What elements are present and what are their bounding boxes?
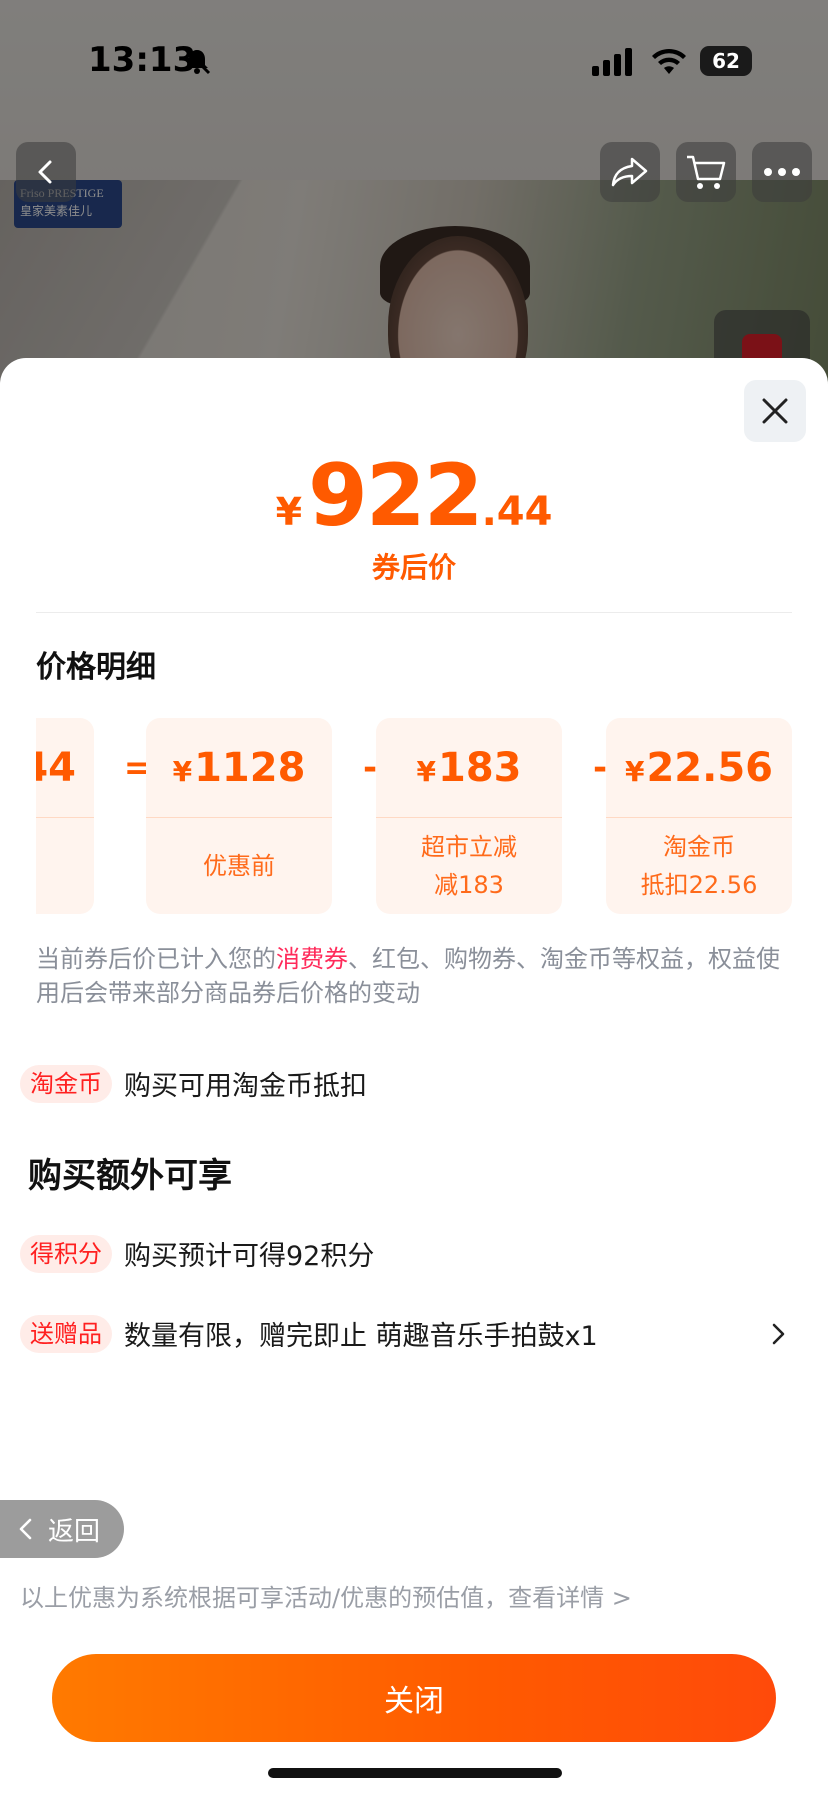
price-notice: 当前券后价已计入您的消费券、红包、购物券、淘金币等权益，权益使用后会带来部分商品… <box>36 942 796 1010</box>
status-bar: 13:13 62 <box>0 0 828 120</box>
extra-row-gift[interactable]: 送赠品 数量有限，赠完即止 萌趣音乐手拍鼓x1 <box>20 1314 800 1353</box>
card-label: 淘金币 抵扣22.56 <box>640 833 758 899</box>
extra-tag: 得积分 <box>20 1234 112 1273</box>
breakdown-card-discount: ¥ 183 超市立减 减183 <box>376 718 562 914</box>
close-button[interactable]: 关闭 <box>52 1654 776 1742</box>
extra-benefits-title: 购买额外可享 <box>28 1156 232 1196</box>
wifi-icon <box>652 48 686 74</box>
return-button[interactable]: 返回 <box>0 1500 124 1558</box>
home-indicator <box>268 1768 562 1778</box>
notice-prefix: 当前券后价已计入您的 <box>36 945 276 973</box>
benefit-row-coins: 淘金币 购买可用淘金币抵扣 <box>20 1064 800 1103</box>
benefit-tag: 淘金币 <box>20 1064 112 1103</box>
extra-text: 购买预计可得92积分 <box>124 1241 375 1272</box>
breakdown-card-original: ¥ 1128 优惠前 <box>146 718 332 914</box>
card-currency: ¥ <box>416 755 436 788</box>
chevron-right-icon <box>772 1323 785 1344</box>
partial-card: 44 <box>36 718 94 914</box>
breakdown-card-coins: ¥ 22.56 淘金币 抵扣22.56 <box>606 718 792 914</box>
card-value: 22.56 <box>646 744 773 791</box>
price-breakdown-cards[interactable]: 44 = ¥ 1128 优惠前 - ¥ 183 超市立减 减183 - ¥ 22… <box>36 718 792 914</box>
chevron-left-icon <box>19 1518 32 1540</box>
price-detail-title: 价格明细 <box>36 650 156 685</box>
more-dots-icon <box>764 168 800 176</box>
card-label: 优惠前 <box>203 852 275 880</box>
card-currency: ¥ <box>624 755 645 788</box>
share-icon <box>611 157 648 187</box>
price-integer: 922 <box>308 446 484 546</box>
cart-button[interactable] <box>676 142 736 202</box>
status-time: 13:13 <box>88 40 197 80</box>
cart-icon <box>687 155 726 189</box>
close-button-label: 关闭 <box>384 1684 444 1719</box>
share-button[interactable] <box>600 142 660 202</box>
silent-bell-icon <box>183 47 211 75</box>
price-decimal: .44 <box>481 489 553 535</box>
extra-row-points: 得积分 购买预计可得92积分 <box>20 1234 800 1273</box>
partial-card-value: 44 <box>36 744 76 791</box>
card-label: 超市立减 减183 <box>421 833 517 899</box>
card-value: 1128 <box>194 744 306 791</box>
back-arrow-button[interactable] <box>16 142 76 202</box>
final-price: ¥ 922 .44 <box>0 446 828 546</box>
chevron-left-icon <box>38 160 52 184</box>
notice-highlight-link[interactable]: 消费券 <box>276 945 348 973</box>
return-label: 返回 <box>48 1516 101 1547</box>
extra-tag: 送赠品 <box>20 1314 112 1353</box>
extra-text: 数量有限，赠完即止 萌趣音乐手拍鼓x1 <box>124 1321 598 1352</box>
sheet-close-button[interactable] <box>744 380 806 442</box>
benefit-text: 购买可用淘金币抵扣 <box>124 1071 367 1102</box>
cellular-signal-icon <box>592 48 632 76</box>
more-button[interactable] <box>752 142 812 202</box>
battery-level: 62 <box>700 46 752 76</box>
close-icon <box>762 398 788 424</box>
price-label: 券后价 <box>371 551 456 584</box>
details-link[interactable]: 以上优惠为系统根据可享活动/优惠的预估值，查看详情 > <box>20 1578 632 1613</box>
price-currency: ¥ <box>275 490 303 534</box>
card-currency: ¥ <box>172 755 193 788</box>
battery-icon: 62 <box>700 46 756 76</box>
divider <box>36 612 792 613</box>
card-value: 183 <box>437 744 522 791</box>
